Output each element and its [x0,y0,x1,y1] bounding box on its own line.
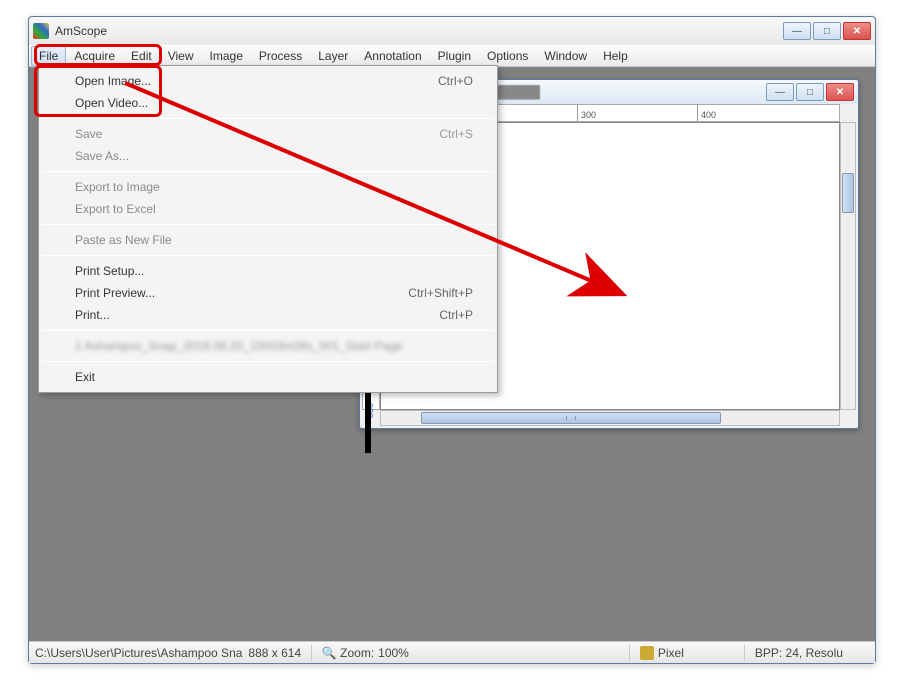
menu-item-print-preview[interactable]: Print Preview... Ctrl+Shift+P [39,282,497,304]
status-unit: Pixel [658,646,684,660]
hscroll-thumb[interactable] [421,412,721,424]
menu-acquire[interactable]: Acquire [66,46,123,66]
app-icon [33,23,49,39]
menu-item-shortcut: Ctrl+P [439,308,473,322]
menu-item-label: Print Preview... [75,286,155,300]
menu-view[interactable]: View [160,46,202,66]
menu-item-label: Open Image... [75,74,151,88]
menu-layer[interactable]: Layer [310,46,356,66]
menu-item-label: Print... [75,308,110,322]
menu-plugin[interactable]: Plugin [430,46,479,66]
menu-item-label: Export to Image [75,180,160,194]
menu-item-label: Paste as New File [75,233,172,247]
menu-item-export-to-excel: Export to Excel [39,198,497,220]
menu-item-save: Save Ctrl+S [39,123,497,145]
vscroll-thumb[interactable] [842,173,854,213]
menu-item-label: Open Video... [75,96,148,110]
titlebar[interactable]: AmScope — □ ✕ [29,17,875,45]
zoom-icon: 🔍 [322,646,336,660]
menu-item-print-setup[interactable]: Print Setup... [39,260,497,282]
ruler-h-label: 400 [701,110,716,120]
minimize-button[interactable]: — [783,22,811,40]
menu-image[interactable]: Image [202,46,251,66]
status-zoom-label: Zoom: [340,646,374,660]
menu-item-print[interactable]: Print... Ctrl+P [39,304,497,326]
menu-item-shortcut: Ctrl+O [438,74,473,88]
doc-maximize-button[interactable]: □ [796,83,824,101]
maximize-button[interactable]: □ [813,22,841,40]
menu-item-export-to-image: Export to Image [39,176,497,198]
menu-item-exit[interactable]: Exit [39,366,497,388]
menu-item-label: Print Setup... [75,264,144,278]
doc-close-button[interactable]: ✕ [826,83,854,101]
statusbar: C:\Users\User\Pictures\Ashampoo Sna 888 … [29,641,875,663]
menu-file[interactable]: File [31,46,66,66]
menu-item-label: Export to Excel [75,202,156,216]
vertical-scrollbar[interactable] [840,122,856,410]
menu-window[interactable]: Window [536,46,595,66]
ruler-h-label: 300 [581,110,596,120]
status-zoom-value: 100% [378,646,409,660]
menu-process[interactable]: Process [251,46,310,66]
menu-item-label: 1 Ashampoo_Snap_2018.08.20_15h03m28s_001… [75,339,403,353]
close-button[interactable]: ✕ [843,22,871,40]
doc-minimize-button[interactable]: — [766,83,794,101]
horizontal-scrollbar[interactable] [380,410,840,426]
menu-item-label: Save As... [75,149,129,163]
status-dims: 888 x 614 [248,646,301,660]
menu-item-label: Save [75,127,102,141]
file-menu-dropdown: Open Image... Ctrl+O Open Video... Save Ctrl… [38,65,498,393]
status-bpp: BPP: 24, Resolu [755,646,843,660]
menubar: FileAcquireEditViewImageProcessLayerAnno… [29,45,875,67]
menu-edit[interactable]: Edit [123,46,160,66]
menu-item-open-video[interactable]: Open Video... [39,92,497,114]
menu-item-paste-as-new-file: Paste as New File [39,229,497,251]
menu-item-recent-file[interactable]: 1 Ashampoo_Snap_2018.08.20_15h03m28s_001… [39,335,497,357]
menu-item-shortcut: Ctrl+S [439,127,473,141]
menu-item-shortcut: Ctrl+Shift+P [408,286,473,300]
menu-item-open-image[interactable]: Open Image... Ctrl+O [39,70,497,92]
menu-help[interactable]: Help [595,46,636,66]
menu-options[interactable]: Options [479,46,536,66]
menu-item-save-as: Save As... [39,145,497,167]
app-title: AmScope [55,24,783,38]
menu-annotation[interactable]: Annotation [356,46,429,66]
status-path: C:\Users\User\Pictures\Ashampoo Sna [35,646,242,660]
pixel-icon [640,646,654,660]
menu-item-label: Exit [75,370,95,384]
